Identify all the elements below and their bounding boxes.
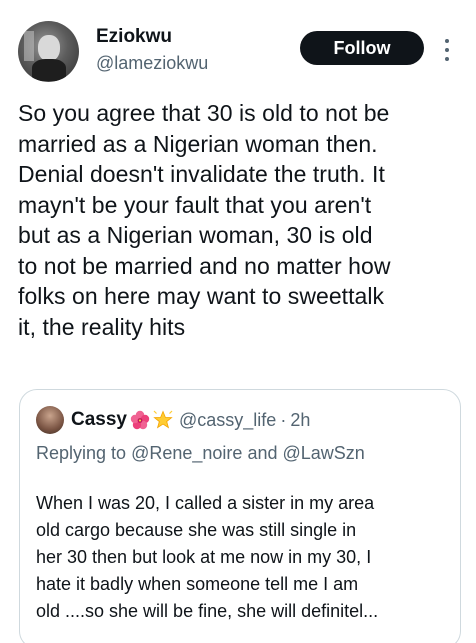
tweet-text-line: to not be married and no matter how (18, 252, 391, 279)
tweet-text: So you agree that 30 is old to not be ma… (18, 98, 466, 342)
author-names: Eziokwu @lameziokwu (96, 25, 208, 75)
quoted-text-line: hate it badly when someone tell me I am (36, 574, 359, 594)
tweet-text-line: mayn't be your fault that you aren't (18, 191, 372, 218)
author-display-name[interactable]: Eziokwu (96, 25, 208, 49)
quoted-text-line: When I was 20, I called a sister in my a… (36, 493, 375, 513)
author-avatar[interactable] (18, 21, 79, 82)
quoted-text-line: old cargo because she was still single i… (36, 520, 357, 540)
tweet-text-line: but as a Nigerian woman, 30 is old (18, 222, 373, 248)
quoted-author-display-name: Cassy (71, 409, 127, 430)
reply-mention-link[interactable]: @LawSzn (283, 443, 365, 463)
tweet-header: Eziokwu @lameziokwu Follow (18, 19, 458, 83)
quoted-tweet-text: When I was 20, I called a sister in my a… (36, 490, 456, 625)
quoted-author-avatar (36, 406, 64, 434)
tweet-text-line: Denial doesn't invalidate the truth. It (18, 161, 385, 187)
quoted-timestamp: 2h (290, 409, 311, 430)
glowing-star-icon (153, 410, 173, 429)
reply-mention-link[interactable]: @Rene_noire (131, 443, 242, 463)
quoted-text-line: her 30 then but look at me now in my 30,… (36, 547, 372, 567)
author-handle[interactable]: @lameziokwu (96, 51, 208, 75)
tweet-text-line: So you agree that 30 is old to not be (18, 100, 390, 126)
replying-to-line: Replying to @Rene_noire and @LawSzn (36, 443, 365, 464)
tweet-text-line: folks on here may want to sweettalk (18, 283, 385, 309)
quoted-tweet-header: Cassy @cassy_life · 2h (36, 406, 310, 434)
separator-dot: · (280, 409, 287, 430)
tweet-text-line: it, the reality hits (18, 313, 186, 340)
tweet-text-line: married as a Nigerian woman then. (18, 130, 378, 157)
quoted-author-handle: @cassy_life (179, 409, 277, 430)
more-options-icon[interactable] (436, 39, 458, 61)
quoted-text-line: old ....so she will be fine, she will de… (36, 601, 379, 621)
replying-to-label: Replying to (36, 443, 127, 463)
hibiscus-emoji-icon (130, 410, 150, 430)
quoted-tweet[interactable]: Cassy @cassy_life · 2h Replying to @Rene… (19, 389, 461, 643)
follow-button[interactable]: Follow (300, 31, 424, 65)
reply-and-label: and (247, 443, 278, 463)
